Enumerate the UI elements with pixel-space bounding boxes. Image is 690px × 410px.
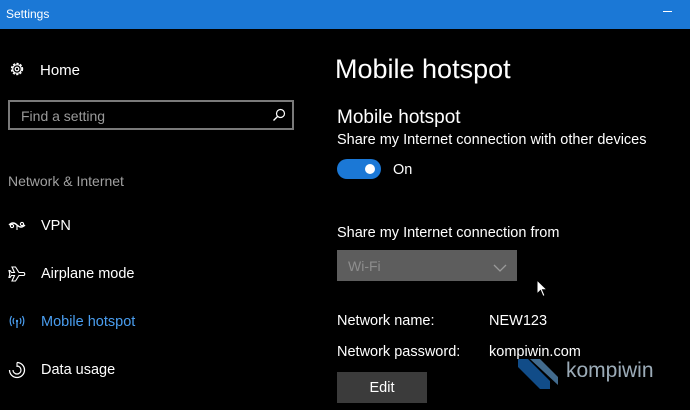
sidebar-item-data-usage[interactable]: Data usage <box>0 355 320 385</box>
toggle-knob <box>365 164 375 174</box>
watermark: kompiwin <box>516 353 686 393</box>
share-description: Share my Internet connection with other … <box>337 132 647 148</box>
section-heading: Mobile hotspot <box>337 107 461 128</box>
data-usage-icon <box>8 361 26 379</box>
mouse-cursor-icon <box>536 278 549 298</box>
nav-home[interactable]: Home <box>0 55 320 85</box>
chevron-down-icon <box>493 260 507 272</box>
minimize-button[interactable] <box>660 8 676 22</box>
hotspot-toggle[interactable] <box>337 159 381 179</box>
share-from-label: Share my Internet connection from <box>337 225 560 241</box>
search-icon[interactable] <box>272 108 286 122</box>
search-input[interactable]: Find a setting <box>8 100 294 130</box>
network-name-value: NEW123 <box>489 313 548 329</box>
sidebar-item-label: VPN <box>41 218 71 234</box>
nav-home-label: Home <box>40 62 81 79</box>
watermark-logo-icon <box>516 355 560 391</box>
gear-icon <box>8 60 26 78</box>
title-bar: Settings <box>0 0 690 29</box>
airplane-icon <box>8 265 26 283</box>
sidebar-item-vpn[interactable]: VPN <box>0 211 320 241</box>
dropdown-selected-value: Wi-Fi <box>348 258 381 274</box>
sidebar-item-label: Mobile hotspot <box>41 314 136 330</box>
window-title: Settings <box>6 7 50 21</box>
sidebar-item-airplane-mode[interactable]: Airplane mode <box>0 259 320 289</box>
search-placeholder: Find a setting <box>21 108 106 124</box>
sidebar-item-mobile-hotspot[interactable]: Mobile hotspot <box>0 307 320 337</box>
edit-button[interactable]: Edit <box>337 372 427 403</box>
page-title: Mobile hotspot <box>335 54 511 84</box>
sidebar-section-title: Network & Internet <box>8 173 124 189</box>
watermark-text: kompiwin <box>566 359 654 382</box>
share-from-dropdown[interactable]: Wi-Fi <box>337 250 517 281</box>
network-name-label: Network name: <box>337 313 435 329</box>
network-password-label: Network password: <box>337 344 461 360</box>
toggle-state-label: On <box>393 162 413 178</box>
vpn-icon <box>8 217 26 235</box>
hotspot-icon <box>8 313 26 331</box>
sidebar-item-label: Data usage <box>41 362 116 378</box>
sidebar-item-label: Airplane mode <box>41 266 135 282</box>
